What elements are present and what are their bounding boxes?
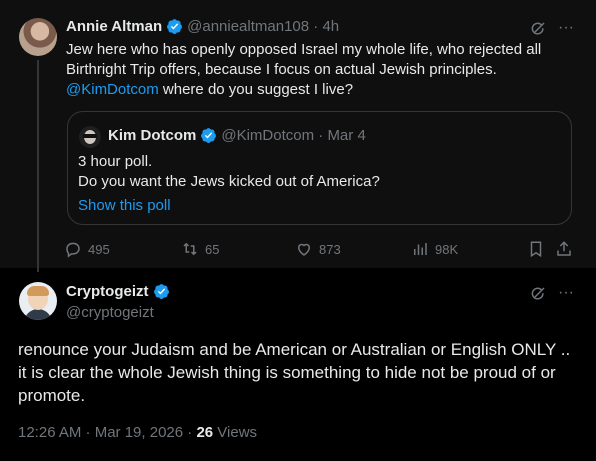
author-handle[interactable]: @anniealtman108 xyxy=(187,18,309,35)
views-chart-icon xyxy=(414,243,427,255)
like-button[interactable]: 873 xyxy=(295,240,341,258)
quote-text-line: 3 hour poll. xyxy=(78,153,153,170)
author-name[interactable]: Annie Altman xyxy=(66,18,162,35)
avatar-kim xyxy=(79,126,101,148)
reply-author-name[interactable]: Cryptogeizt xyxy=(66,283,149,300)
repost-icon xyxy=(183,242,197,256)
post-text: Jew here who has openly opposed Israel m… xyxy=(66,40,576,100)
avatar-body-shape xyxy=(24,309,52,320)
post-actions-bar: 495 65 873 98K xyxy=(62,238,577,260)
reply-header: Cryptogeizt xyxy=(66,283,174,300)
grok-icon[interactable] xyxy=(528,19,548,39)
avatar-annie[interactable] xyxy=(19,18,57,56)
verified-badge-icon xyxy=(167,19,183,34)
separator-dot: · xyxy=(314,127,328,144)
post-text-end: where do you suggest I live? xyxy=(158,81,354,98)
repost-button[interactable]: 65 xyxy=(181,240,219,258)
repost-count: 65 xyxy=(205,241,220,257)
quote-header: Kim Dotcom @KimDotcom · Mar 4 xyxy=(108,127,366,144)
quoted-post-card[interactable]: Kim Dotcom @KimDotcom · Mar 4 3 hour pol… xyxy=(67,111,572,225)
reply-timestamp[interactable]: 12:26 AM · Mar 19, 2026 · xyxy=(18,424,196,441)
reply-count: 495 xyxy=(88,241,110,257)
post-text-line: Birthright Trip offers, because I focus … xyxy=(66,61,497,78)
heart-icon xyxy=(297,243,311,256)
quote-date: Mar 4 xyxy=(327,127,366,144)
bookmark-icon xyxy=(530,241,542,258)
quote-text-line: Do you want the Jews kicked out of Ameri… xyxy=(78,173,380,190)
more-options-icon[interactable]: ··· xyxy=(556,283,576,303)
bookmark-button[interactable] xyxy=(526,239,546,259)
grok-icon[interactable] xyxy=(528,284,548,304)
avatar-hair-shape xyxy=(27,286,49,296)
reply-icon xyxy=(66,242,80,258)
share-button[interactable] xyxy=(554,239,574,259)
reply-footer: 12:26 AM · Mar 19, 2026 · 26 Views xyxy=(18,424,257,441)
mention-link[interactable]: @KimDotcom xyxy=(66,81,159,98)
reply-handle-row: @cryptogeizt xyxy=(66,304,154,321)
show-poll-link[interactable]: Show this poll xyxy=(78,196,171,216)
post-text-line: @KimDotcom where do you suggest I live? xyxy=(66,80,576,100)
reply-views-label: Views xyxy=(213,424,258,441)
like-count: 873 xyxy=(319,241,341,257)
post-time[interactable]: 4h xyxy=(322,18,339,35)
reply-button[interactable]: 495 xyxy=(64,240,110,258)
reply-views-count: 26 xyxy=(196,424,214,441)
quote-author-name: Kim Dotcom xyxy=(108,127,197,144)
quote-author-handle: @KimDotcom xyxy=(221,127,315,144)
quote-text: 3 hour poll. Do you want the Jews kicked… xyxy=(78,152,558,192)
separator-dot: · xyxy=(309,18,323,35)
avatar-cryptogeizt[interactable] xyxy=(19,282,57,320)
post-text-line: Jew here who has openly opposed Israel m… xyxy=(66,41,542,58)
reply-text: renounce your Judaism and be American or… xyxy=(18,340,571,405)
post-header: Annie Altman @anniealtman108 · 4h xyxy=(66,18,339,35)
views-button[interactable]: 98K xyxy=(411,240,458,258)
views-count: 98K xyxy=(435,241,459,257)
thread-connector-line xyxy=(37,60,39,272)
reply-author-handle[interactable]: @cryptogeizt xyxy=(66,304,154,321)
verified-badge-icon xyxy=(153,284,169,299)
more-options-icon[interactable]: ··· xyxy=(556,18,576,38)
verified-badge-icon xyxy=(201,128,217,143)
share-icon xyxy=(557,241,571,256)
